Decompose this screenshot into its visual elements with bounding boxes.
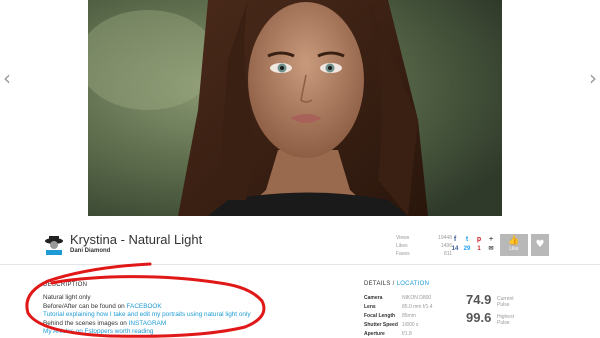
stat-faves: Faves 811 bbox=[396, 250, 452, 258]
twitter-share-count: 29 bbox=[463, 246, 471, 252]
spec-value: f/1.8 bbox=[402, 331, 412, 337]
spec-row: Lens 85.0 mm f/1.4 bbox=[364, 303, 433, 312]
share-buttons: f t p + 14 29 1 ✉ bbox=[449, 235, 497, 254]
author-name-link[interactable]: Dani Diamond bbox=[70, 248, 110, 254]
next-photo-arrow-icon[interactable]: › bbox=[586, 68, 600, 88]
spec-key: Shutter Speed bbox=[364, 322, 398, 328]
stat-label: Likes bbox=[396, 243, 408, 249]
thumbs-up-icon: 👍 bbox=[508, 235, 520, 245]
highest-pulse-label: Highest Pulse bbox=[497, 314, 514, 326]
stat-label: Views bbox=[396, 235, 410, 241]
highest-pulse-value: 99.6 bbox=[466, 310, 492, 325]
description-heading: DESCRIPTION bbox=[43, 282, 88, 288]
spec-key: Camera bbox=[364, 295, 383, 301]
tutorial-link[interactable]: Tutorial explaining how I take and edit … bbox=[43, 311, 251, 318]
spec-value: 85.0 mm f/1.4 bbox=[402, 304, 433, 310]
photo-stats: Views 19448 Likes 1496 Faves 811 bbox=[396, 234, 452, 258]
description-line: Natural light only bbox=[43, 294, 91, 301]
pinterest-icon[interactable]: p bbox=[473, 235, 485, 244]
heart-icon: ♥ bbox=[535, 239, 545, 250]
location-link[interactable]: LOCATION bbox=[397, 281, 430, 287]
favorite-button[interactable]: ♥ bbox=[531, 234, 549, 256]
description-text: Behind the scenes images on bbox=[43, 319, 129, 327]
spec-value: 85mm bbox=[402, 313, 416, 319]
like-button[interactable]: 👍 Like bbox=[500, 234, 528, 256]
spec-key: Lens bbox=[364, 304, 376, 310]
pulse-label-line: Pulse bbox=[497, 320, 510, 326]
spec-key: Focal Length bbox=[364, 313, 396, 319]
stat-label: Faves bbox=[396, 251, 410, 257]
pulse-label-line: Pulse bbox=[497, 302, 510, 308]
facebook-share-count: 14 bbox=[451, 246, 459, 252]
like-button-label: Like bbox=[509, 246, 519, 252]
camera-specs: Camera NIKON D800 Lens 85.0 mm f/1.4 Focal… bbox=[364, 294, 433, 338]
email-icon[interactable]: ✉ bbox=[485, 244, 497, 254]
fstoppers-articles-link[interactable]: My Articles on Fstoppers worth reading bbox=[43, 328, 153, 335]
pinterest-share-count: 1 bbox=[477, 246, 481, 252]
stat-likes: Likes 1496 bbox=[396, 242, 452, 250]
spec-value: 1/800 s bbox=[402, 322, 419, 328]
section-divider bbox=[0, 264, 600, 265]
stat-views: Views 19448 bbox=[396, 234, 452, 242]
description-body: Natural light only Before/After can be f… bbox=[43, 294, 251, 337]
spec-key: Aperture bbox=[364, 331, 385, 337]
facebook-icon[interactable]: f bbox=[449, 235, 461, 244]
spec-row: Aperture f/1.8 bbox=[364, 330, 433, 338]
description-line: Tutorial explaining how I take and edit … bbox=[43, 311, 251, 320]
spec-row: Focal Length 85mm bbox=[364, 312, 433, 321]
details-label: DETAILS bbox=[364, 281, 391, 287]
current-pulse-label: Current Pulse bbox=[497, 296, 514, 308]
spec-value: NIKON D800 bbox=[402, 295, 432, 301]
current-pulse-value: 74.9 bbox=[466, 292, 492, 307]
description-text: Before/After can be found on bbox=[43, 302, 127, 310]
description-line: Behind the scenes images on INSTAGRAM bbox=[43, 320, 251, 329]
description-line: My Articles on Fstoppers worth reading bbox=[43, 328, 251, 337]
spec-row: Camera NIKON D800 bbox=[364, 294, 433, 303]
instagram-link[interactable]: INSTAGRAM bbox=[129, 320, 167, 327]
details-heading: DETAILS / LOCATION bbox=[364, 281, 429, 287]
facebook-link[interactable]: FACEBOOK bbox=[127, 303, 162, 310]
twitter-icon[interactable]: t bbox=[461, 235, 473, 244]
author-avatar[interactable] bbox=[42, 232, 66, 256]
previous-photo-arrow-icon[interactable]: ‹ bbox=[0, 68, 14, 88]
photo-title: Krystina - Natural Light bbox=[70, 232, 203, 247]
main-photo[interactable] bbox=[88, 0, 502, 216]
google-plus-icon[interactable]: + bbox=[485, 235, 497, 244]
spec-row: Shutter Speed 1/800 s bbox=[364, 321, 433, 330]
description-line: Before/After can be found on FACEBOOK bbox=[43, 303, 251, 312]
